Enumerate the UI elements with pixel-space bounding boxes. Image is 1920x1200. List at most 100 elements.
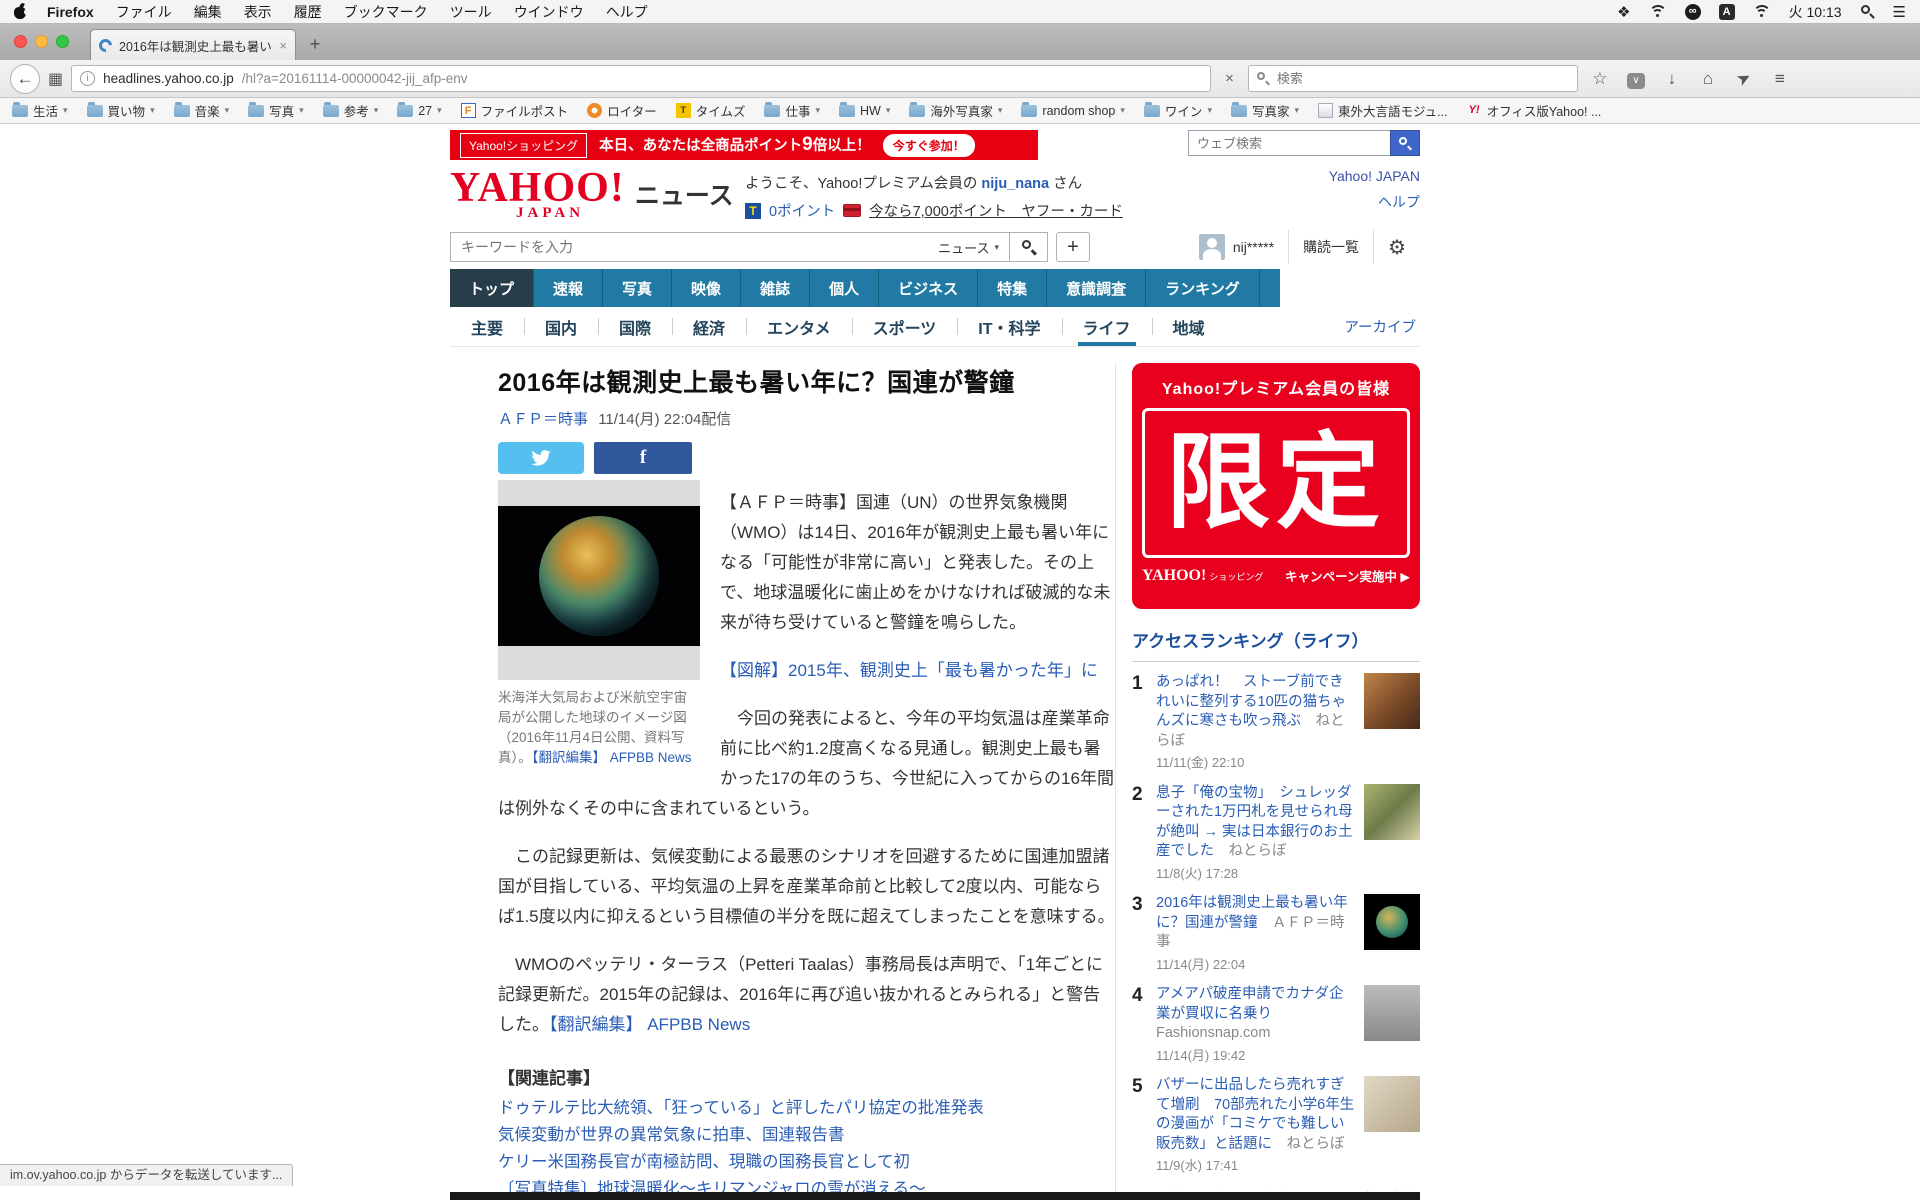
tab-magazine[interactable]: 雑誌	[741, 269, 810, 307]
notification-center-icon[interactable]: ☰	[1893, 3, 1906, 21]
article-source-link[interactable]: ＡＦＰ＝時事	[498, 411, 588, 428]
wifi-transfer-icon[interactable]	[1649, 5, 1667, 19]
bookmark-times[interactable]: Tタイムズ	[676, 101, 746, 120]
bookmark-reuters[interactable]: ロイター	[587, 101, 657, 120]
subnav-domestic[interactable]: 国内	[524, 307, 598, 346]
keyword-search-button[interactable]	[1010, 232, 1048, 262]
tab-feature[interactable]: 特集	[978, 269, 1047, 307]
bookmark-folder-overseas-photographers[interactable]: 海外写真家▾	[909, 101, 1002, 120]
menu-edit[interactable]: 編集	[194, 2, 222, 22]
menu-view[interactable]: 表示	[244, 2, 272, 22]
close-window-button[interactable]	[14, 35, 27, 48]
web-search-button[interactable]	[1390, 130, 1420, 156]
bookmark-yahoo-office[interactable]: Y!オフィス版Yahoo! ...	[1467, 101, 1602, 120]
browser-tab[interactable]: 2016年は観測史上最も暑い... ×	[90, 29, 296, 60]
menu-help[interactable]: ヘルプ	[606, 2, 648, 22]
keyword-search-input[interactable]	[451, 239, 928, 255]
settings-button[interactable]: ⚙	[1373, 230, 1420, 264]
site-info-icon[interactable]: i	[80, 71, 95, 86]
ranking-thumbnail[interactable]	[1364, 1076, 1420, 1132]
caption-link[interactable]: 【翻訳編集】 AFPBB News	[532, 750, 692, 765]
apple-menu-icon[interactable]	[14, 4, 27, 19]
menu-bookmarks[interactable]: ブックマーク	[344, 2, 428, 22]
menu-file[interactable]: ファイル	[116, 2, 172, 22]
tab-groups-icon[interactable]: ▦	[48, 69, 63, 89]
article-figure[interactable]: 米海洋大気局および米航空宇宙局が公開した地球のイメージ図（2016年11月4日公…	[498, 480, 700, 768]
downloads-icon[interactable]: ↓	[1658, 69, 1686, 89]
points-link[interactable]: 0ポイント	[769, 200, 835, 221]
bookmark-folder-hw[interactable]: HW▾	[839, 104, 890, 118]
back-button[interactable]: ←	[10, 64, 40, 94]
bookmark-folder-photo[interactable]: 写真▾	[248, 101, 304, 120]
card-campaign-link[interactable]: 今なら7,000ポイント ヤフー・カード	[869, 200, 1123, 221]
bookmark-folder-work[interactable]: 仕事▾	[764, 101, 820, 120]
spotlight-icon[interactable]	[1860, 4, 1875, 19]
home-icon[interactable]: ⌂	[1694, 69, 1722, 89]
minimize-window-button[interactable]	[35, 35, 48, 48]
tab-ranking[interactable]: ランキング	[1146, 269, 1260, 307]
account-user[interactable]: nij*****	[1185, 230, 1288, 264]
bookmark-star-icon[interactable]: ☆	[1586, 69, 1614, 89]
tab-video[interactable]: 映像	[672, 269, 741, 307]
yahoo-japan-link[interactable]: Yahoo! JAPAN	[1329, 168, 1420, 184]
subnav-economy[interactable]: 経済	[672, 307, 746, 346]
ranking-thumbnail[interactable]	[1364, 673, 1420, 729]
subnav-entertainment[interactable]: エンタメ	[746, 307, 852, 346]
creative-cloud-icon[interactable]: ∞	[1685, 4, 1701, 20]
facebook-share-button[interactable]: f	[594, 442, 692, 474]
url-bar[interactable]: i headlines.yahoo.co.jp/hl?a=20161114-00…	[71, 65, 1211, 92]
bookmark-filepost[interactable]: Fファイルポスト	[461, 101, 569, 120]
pocket-icon[interactable]: ∨	[1622, 68, 1650, 89]
menu-tools[interactable]: ツール	[450, 2, 492, 22]
banner-cta-button[interactable]: 今すぐ参加！	[883, 134, 975, 157]
ranking-thumbnail[interactable]	[1364, 784, 1420, 840]
tab-photo[interactable]: 写真	[603, 269, 672, 307]
menu-icon[interactable]: ≡	[1766, 69, 1794, 89]
menu-window[interactable]: ウインドウ	[514, 2, 584, 22]
new-tab-button[interactable]: +	[300, 32, 330, 58]
shopping-promo-banner[interactable]: Yahoo!ショッピング 本日、あなたは全商品ポイント9倍以上！ 今すぐ参加！	[450, 130, 1038, 160]
zoom-window-button[interactable]	[56, 35, 69, 48]
related-link[interactable]: ドゥテルテ比大統領、「狂っている」と評したパリ協定の批准発表	[498, 1095, 1115, 1122]
ranking-link[interactable]: アメアパ破産申請でカナダ企業が買収に名乗り	[1156, 986, 1343, 1022]
bookmark-folder-wine[interactable]: ワイン▾	[1144, 101, 1212, 120]
subnav-main[interactable]: 主要	[450, 307, 524, 346]
subnav-it-science[interactable]: IT・科学	[957, 307, 1061, 346]
wifi-icon[interactable]	[1753, 5, 1771, 19]
username-link[interactable]: niju_nana	[981, 176, 1049, 192]
subnav-world[interactable]: 国際	[598, 307, 672, 346]
bookmark-folder-27[interactable]: 27▾	[397, 104, 441, 118]
bookmark-folder-shopping[interactable]: 買い物▾	[87, 101, 155, 120]
ranking-thumbnail[interactable]	[1364, 894, 1420, 950]
archive-link[interactable]: アーカイブ	[1344, 316, 1420, 337]
tab-personal[interactable]: 個人	[810, 269, 879, 307]
ranking-thumbnail[interactable]	[1364, 985, 1420, 1041]
web-search-input[interactable]	[1188, 130, 1390, 156]
bookmark-folder-random-shop[interactable]: random shop▾	[1021, 104, 1125, 118]
tab-top[interactable]: トップ	[450, 269, 534, 307]
related-link[interactable]: 気候変動が世界の異常気象に拍車、国連報告書	[498, 1122, 1115, 1149]
premium-ad[interactable]: Yahoo!プレミアム会員の皆様 限定 YAHOO!ショッピング キャンペーン実…	[1132, 363, 1420, 609]
bookmark-folder-photographers[interactable]: 写真家▾	[1231, 101, 1299, 120]
subnav-sports[interactable]: スポーツ	[852, 307, 958, 346]
subnav-life[interactable]: ライフ	[1062, 307, 1152, 346]
menu-firefox[interactable]: Firefox	[47, 4, 94, 20]
dropbox-icon[interactable]: ❖	[1617, 3, 1630, 21]
tab-poll[interactable]: 意識調査	[1047, 269, 1146, 307]
help-link[interactable]: ヘルプ	[1329, 192, 1420, 212]
bookmark-folder-reference[interactable]: 参考▾	[323, 101, 379, 120]
tab-breaking[interactable]: 速報	[534, 269, 603, 307]
send-to-device-icon[interactable]: ➤	[1730, 69, 1758, 89]
search-category-dropdown[interactable]: ニュース▾	[928, 238, 1009, 257]
menubar-clock[interactable]: 火 10:13	[1789, 2, 1842, 22]
subscriptions-link[interactable]: 購読一覧	[1288, 230, 1373, 264]
menu-history[interactable]: 履歴	[294, 2, 322, 22]
add-search-button[interactable]: +	[1056, 232, 1090, 262]
bookmark-folder-music[interactable]: 音楽▾	[174, 101, 230, 120]
twitter-share-button[interactable]	[498, 442, 584, 474]
subnav-local[interactable]: 地域	[1152, 307, 1226, 346]
browser-search-input[interactable]	[1277, 71, 1569, 86]
bookmark-folder-life[interactable]: 生活▾	[12, 101, 68, 120]
translation-credit-link[interactable]: 【翻訳編集】 AFPBB News	[549, 1015, 750, 1034]
bookmark-tufs-module[interactable]: 東外大言語モジュ...	[1318, 101, 1448, 120]
